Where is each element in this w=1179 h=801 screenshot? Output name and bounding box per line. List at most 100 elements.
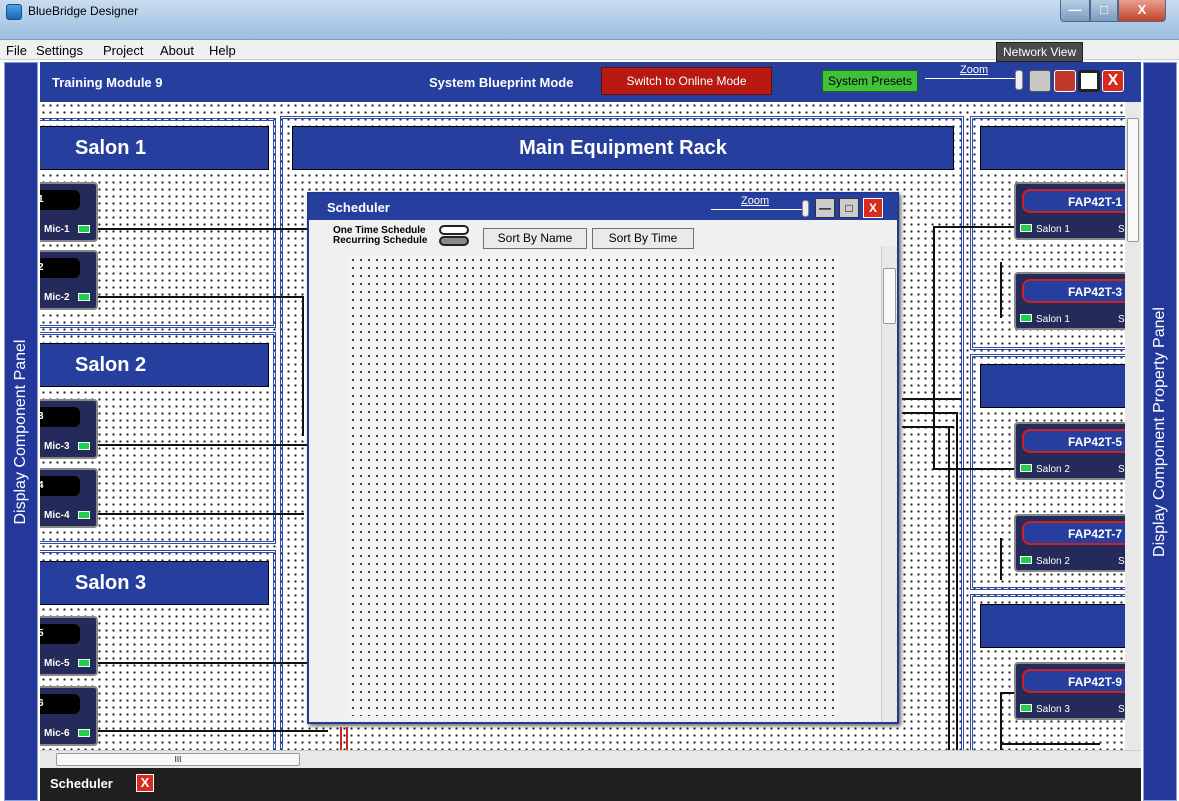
amp-zone-3-title: [980, 604, 1125, 648]
schedule-grid[interactable]: [349, 256, 839, 716]
amp-led: [1020, 556, 1032, 564]
sort-by-name-button[interactable]: Sort By Name: [483, 228, 587, 249]
mic-device-4[interactable]: 4 Mic-4: [40, 468, 98, 528]
scheduler-scroll-thumb[interactable]: [883, 268, 896, 324]
amp-name: FAP42T-9: [1068, 675, 1123, 689]
canvas-hscroll-thumb[interactable]: III: [56, 753, 300, 766]
amp-zone-1-title: [980, 126, 1125, 170]
menu-help[interactable]: Help: [209, 43, 236, 58]
wire: [933, 226, 935, 401]
amp-zone-label: Salon 3: [1036, 704, 1070, 715]
switch-online-button[interactable]: Switch to Online Mode: [601, 67, 772, 95]
mic-led: [78, 511, 90, 519]
scheduler-scrollbar[interactable]: [881, 246, 897, 722]
wire: [1000, 538, 1002, 580]
mic-label: Mic-4: [44, 510, 70, 521]
amp-cap: FAP42T-7: [1022, 521, 1125, 545]
wire: [98, 513, 304, 515]
scheduler-window[interactable]: Scheduler Zoom — □ X One Time Schedule R…: [307, 192, 899, 724]
scheduler-maximize-button[interactable]: □: [839, 198, 859, 218]
amp-cap: FAP42T-9: [1022, 669, 1125, 693]
zoom-label: Zoom: [960, 64, 989, 76]
amp-cap: FAP42T-3: [1022, 279, 1125, 303]
display-component-property-panel[interactable]: Display Component Property Panel: [1143, 62, 1177, 801]
wire: [948, 426, 950, 750]
print-icon[interactable]: [1029, 70, 1051, 92]
amp-output-label: S: [1118, 556, 1125, 567]
system-presets-button[interactable]: System Presets: [822, 70, 918, 92]
close-window-button[interactable]: X: [1118, 0, 1166, 22]
mic-led: [78, 659, 90, 667]
wire: [1000, 692, 1002, 750]
mic-number: 6: [40, 698, 44, 709]
mic-number: 3: [40, 411, 44, 422]
mic-device-1[interactable]: 1 Mic-1: [40, 182, 98, 242]
scheduler-close-button[interactable]: X: [863, 198, 883, 218]
mic-number: 4: [40, 480, 44, 491]
mic-device-2[interactable]: 2 Mic-2: [40, 250, 98, 310]
amp-led: [1020, 704, 1032, 712]
mic-cap: 6: [40, 694, 80, 714]
canvas-vertical-scrollbar[interactable]: [1125, 102, 1141, 750]
mic-led: [78, 293, 90, 301]
amp-device-1[interactable]: FAP42T-1 Salon 1 S: [1014, 182, 1125, 240]
mic-label: Mic-6: [44, 728, 70, 739]
bottom-taskbar: [40, 768, 1141, 801]
wire: [1000, 262, 1002, 318]
amp-device-2[interactable]: FAP42T-3 Salon 1 S: [1014, 272, 1125, 330]
network-view-tooltip: Network View: [996, 42, 1084, 62]
amp-device-4[interactable]: FAP42T-7 Salon 2 S: [1014, 514, 1125, 572]
display-component-panel[interactable]: Display Component Panel: [4, 62, 38, 801]
canvas-horizontal-scrollbar[interactable]: III: [40, 750, 1141, 768]
wire: [98, 296, 304, 298]
zoom-slider-thumb[interactable]: [1015, 70, 1023, 90]
amp-device-3[interactable]: FAP42T-5 Salon 2 S: [1014, 422, 1125, 480]
left-panel-label: Display Component Panel: [12, 339, 29, 524]
taskbar-scheduler-label[interactable]: Scheduler: [50, 776, 113, 791]
scheduler-zoom-track[interactable]: [711, 209, 807, 217]
zoom-slider-track[interactable]: [925, 78, 1023, 92]
mic-cap: 2: [40, 258, 80, 278]
legend-recurring: Recurring Schedule: [333, 235, 428, 246]
wire: [98, 662, 308, 664]
amp-zone-2-title: [980, 364, 1125, 408]
menu-project[interactable]: Project: [103, 43, 143, 58]
canvas-vscroll-thumb[interactable]: [1127, 118, 1139, 242]
wire: [933, 398, 935, 470]
save-icon[interactable]: [1078, 70, 1100, 92]
salon2-title: Salon 2: [40, 343, 269, 387]
menu-about[interactable]: About: [160, 43, 194, 58]
amp-cap: FAP42T-1: [1022, 189, 1125, 213]
wire: [956, 412, 958, 750]
mic-led: [78, 225, 90, 233]
amp-zone-label: Salon 2: [1036, 464, 1070, 475]
taskbar-close-button[interactable]: X: [136, 774, 154, 792]
amp-name: FAP42T-1: [1068, 195, 1123, 209]
maximize-button[interactable]: □: [1090, 0, 1118, 22]
wire: [98, 730, 328, 732]
menu-settings[interactable]: Settings: [36, 43, 83, 58]
wire: [902, 412, 958, 414]
amp-cap: FAP42T-5: [1022, 429, 1125, 453]
wire: [902, 426, 954, 428]
minimize-button[interactable]: —: [1060, 0, 1090, 22]
window-titlebar: [0, 0, 1179, 40]
grid-icon[interactable]: [1054, 70, 1076, 92]
amp-led: [1020, 314, 1032, 322]
amp-output-label: S: [1118, 224, 1125, 235]
scheduler-minimize-button[interactable]: —: [815, 198, 835, 218]
mic-device-5[interactable]: 5 Mic-5: [40, 616, 98, 676]
mic-cap: 3: [40, 407, 80, 427]
module-name: Training Module 9: [52, 75, 163, 90]
scheduler-zoom-thumb[interactable]: [802, 200, 809, 217]
menu-file[interactable]: File: [6, 43, 27, 58]
sort-by-time-button[interactable]: Sort By Time: [592, 228, 694, 249]
amp-device-5[interactable]: FAP42T-9 Salon 3 S: [1014, 662, 1125, 720]
mic-device-3[interactable]: 3 Mic-3: [40, 399, 98, 459]
close-view-icon[interactable]: X: [1102, 70, 1124, 92]
amp-led: [1020, 464, 1032, 472]
mic-cap: 4: [40, 476, 80, 496]
mic-label: Mic-3: [44, 441, 70, 452]
mic-led: [78, 442, 90, 450]
mic-device-6[interactable]: 6 Mic-6: [40, 686, 98, 746]
